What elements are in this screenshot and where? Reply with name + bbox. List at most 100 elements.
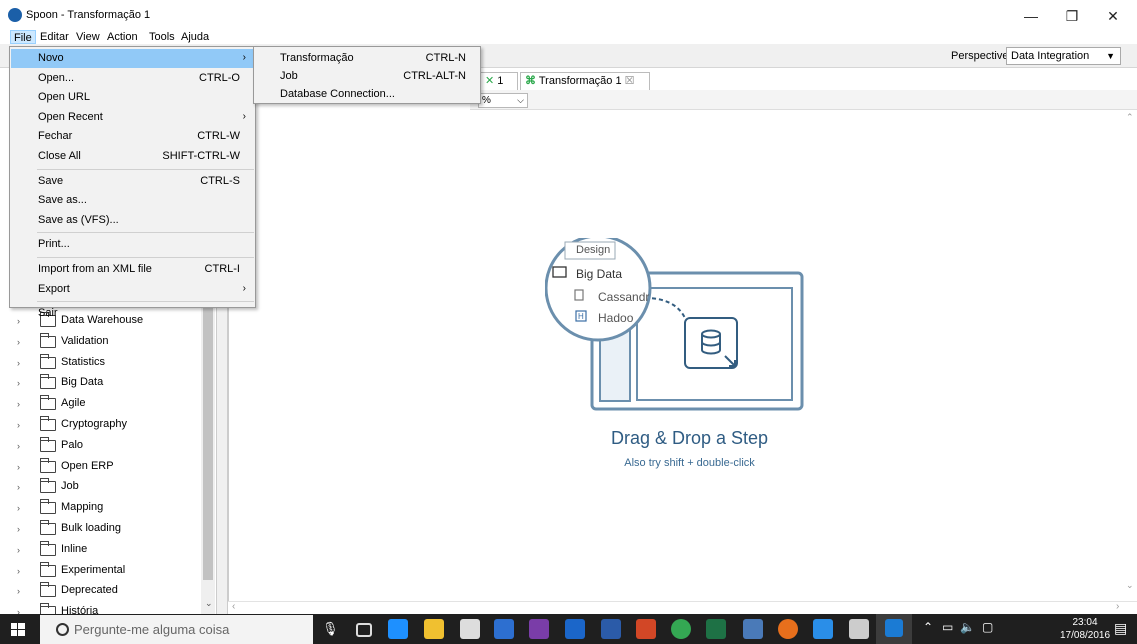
file-menu-item[interactable]: Fechar CTRL-W xyxy=(11,127,254,146)
menu-ajuda[interactable]: Ajuda xyxy=(178,30,212,44)
tree-item[interactable]: › Job xyxy=(0,477,200,498)
tree-item[interactable]: › Big Data xyxy=(0,373,200,394)
volume-icon[interactable]: 🔈 xyxy=(960,620,975,634)
tree-item[interactable]: › Inline xyxy=(0,540,200,561)
teamviewer-icon[interactable] xyxy=(813,619,833,639)
taskbar-search[interactable]: Pergunte-me alguma coisa xyxy=(40,615,313,644)
tree-item[interactable]: › Open ERP xyxy=(0,457,200,478)
chevron-right-icon[interactable]: › xyxy=(17,358,20,368)
menu-item-label: Export xyxy=(38,282,70,295)
zoom-select[interactable]: % ⌵ xyxy=(478,93,528,108)
tray-clock[interactable]: 23:04 17/08/2016 xyxy=(1060,616,1110,642)
task-view-icon[interactable] xyxy=(356,623,372,637)
tab-close-icon[interactable]: ☒ xyxy=(625,75,635,87)
file-menu-item[interactable]: Sair xyxy=(11,304,254,323)
chevron-right-icon[interactable]: › xyxy=(17,482,20,492)
battery-icon[interactable]: ▭ xyxy=(942,620,953,634)
chevron-right-icon[interactable]: › xyxy=(17,586,20,596)
menu-item-label: Open URL xyxy=(38,91,90,104)
scroll-up-icon[interactable]: ⌃ xyxy=(1126,112,1134,123)
file-menu-item[interactable]: Novo › xyxy=(11,49,254,68)
menu-tools[interactable]: Tools xyxy=(146,30,178,44)
canvas-vertical-scrollbar[interactable]: ⌃ ⌄ xyxy=(1123,110,1137,601)
edge-icon[interactable] xyxy=(388,619,408,639)
file-menu-item[interactable]: Open Recent › xyxy=(11,108,254,127)
menu-item-label: Import from an XML file xyxy=(38,263,152,275)
chevron-right-icon[interactable]: › xyxy=(17,420,20,430)
perspective-value: Data Integration xyxy=(1011,50,1090,62)
new-submenu-item[interactable]: Transformação CTRL-N xyxy=(255,49,479,67)
tree-item[interactable]: › Cryptography xyxy=(0,415,200,436)
tree-item[interactable]: › Validation xyxy=(0,332,200,353)
paint-icon[interactable] xyxy=(849,619,869,639)
menu-item-label: Print... xyxy=(38,238,70,251)
file-menu-item[interactable]: Open... CTRL-O xyxy=(11,69,254,88)
menu-file[interactable]: File xyxy=(10,30,36,44)
tree-item[interactable]: › Mapping xyxy=(0,498,200,519)
canvas-horizontal-scrollbar[interactable]: ‹ › xyxy=(228,601,1137,614)
scroll-left-icon[interactable]: ‹ xyxy=(232,601,235,612)
chevron-right-icon[interactable]: › xyxy=(17,566,20,576)
scroll-right-icon[interactable]: › xyxy=(1116,601,1119,612)
file-menu-item[interactable]: Close All SHIFT-CTRL-W xyxy=(11,147,254,166)
file-menu-item[interactable]: Export › xyxy=(11,280,254,299)
app-icon-2[interactable] xyxy=(743,619,763,639)
file-menu-item[interactable]: Save CTRL-S xyxy=(11,172,254,191)
tab-job[interactable]: ✕ 1 xyxy=(480,72,518,91)
tab-transformacao-1[interactable]: ⌘ Transformação 1 ☒ xyxy=(520,72,650,91)
menu-editar[interactable]: Editar xyxy=(37,30,72,44)
word-icon[interactable] xyxy=(601,619,621,639)
firefox-icon[interactable] xyxy=(778,619,798,639)
title-bar xyxy=(0,0,1137,30)
scroll-down-icon[interactable]: ⌄ xyxy=(205,598,213,609)
network-icon[interactable]: ▢ xyxy=(982,620,993,634)
tree-item[interactable]: › Statistics xyxy=(0,353,200,374)
powerpoint-icon[interactable] xyxy=(636,619,656,639)
minimize-button[interactable]: — xyxy=(1011,4,1051,28)
spoon-taskbar-button[interactable] xyxy=(876,614,912,644)
chevron-right-icon[interactable]: › xyxy=(17,337,20,347)
excel-icon[interactable] xyxy=(706,619,726,639)
tree-item[interactable]: › Deprecated xyxy=(0,581,200,602)
tree-item[interactable]: › Experimental xyxy=(0,561,200,582)
chevron-right-icon[interactable]: › xyxy=(17,378,20,388)
scroll-down-icon[interactable]: ⌄ xyxy=(1126,580,1134,591)
chevron-right-icon[interactable]: › xyxy=(17,545,20,555)
tree-item[interactable]: › Bulk loading xyxy=(0,519,200,540)
microphone-icon[interactable]: 🎙 xyxy=(322,621,339,637)
windows-start-icon[interactable] xyxy=(11,623,25,636)
chrome-icon[interactable] xyxy=(671,619,691,639)
chevron-right-icon[interactable]: › xyxy=(17,399,20,409)
file-menu-item[interactable]: Open URL xyxy=(11,88,254,107)
tree-scroll-thumb[interactable] xyxy=(203,300,213,580)
menu-item-shortcut: CTRL-N xyxy=(425,52,466,64)
new-submenu-item[interactable]: Job CTRL-ALT-N xyxy=(255,67,479,85)
onenote-icon[interactable] xyxy=(529,619,549,639)
outlook-icon[interactable] xyxy=(565,619,585,639)
close-button[interactable]: ✕ xyxy=(1093,4,1133,28)
chevron-right-icon[interactable]: › xyxy=(17,503,20,513)
file-menu-item[interactable]: Import from an XML file CTRL-I xyxy=(11,260,254,279)
folder-icon xyxy=(40,478,56,494)
menu-action[interactable]: Action xyxy=(104,30,141,44)
new-submenu-item[interactable]: Database Connection... xyxy=(255,85,479,103)
notification-icon[interactable]: ▤ xyxy=(1114,620,1127,637)
file-menu-item[interactable]: Save as (VFS)... xyxy=(11,211,254,230)
tree-item[interactable]: › Palo xyxy=(0,436,200,457)
app-icon[interactable] xyxy=(494,619,514,639)
restore-button[interactable]: ❐ xyxy=(1052,4,1092,28)
file-menu-item[interactable]: Print... xyxy=(11,235,254,254)
cortana-icon xyxy=(56,623,69,636)
chevron-right-icon[interactable]: › xyxy=(17,524,20,534)
chevron-right-icon[interactable]: › xyxy=(17,441,20,451)
file-explorer-icon[interactable] xyxy=(424,619,444,639)
tree-item[interactable]: › Agile xyxy=(0,394,200,415)
menu-item-label: Save as (VFS)... xyxy=(38,213,119,226)
menu-view[interactable]: View xyxy=(73,30,103,44)
chevron-right-icon[interactable]: › xyxy=(17,462,20,472)
file-menu-item[interactable]: Save as... xyxy=(11,191,254,210)
store-icon[interactable] xyxy=(460,619,480,639)
tree-item-label: Validation xyxy=(61,334,109,347)
perspective-select[interactable]: Data Integration ▼ xyxy=(1006,47,1121,65)
tray-chevron-icon[interactable]: ⌃ xyxy=(923,620,933,634)
